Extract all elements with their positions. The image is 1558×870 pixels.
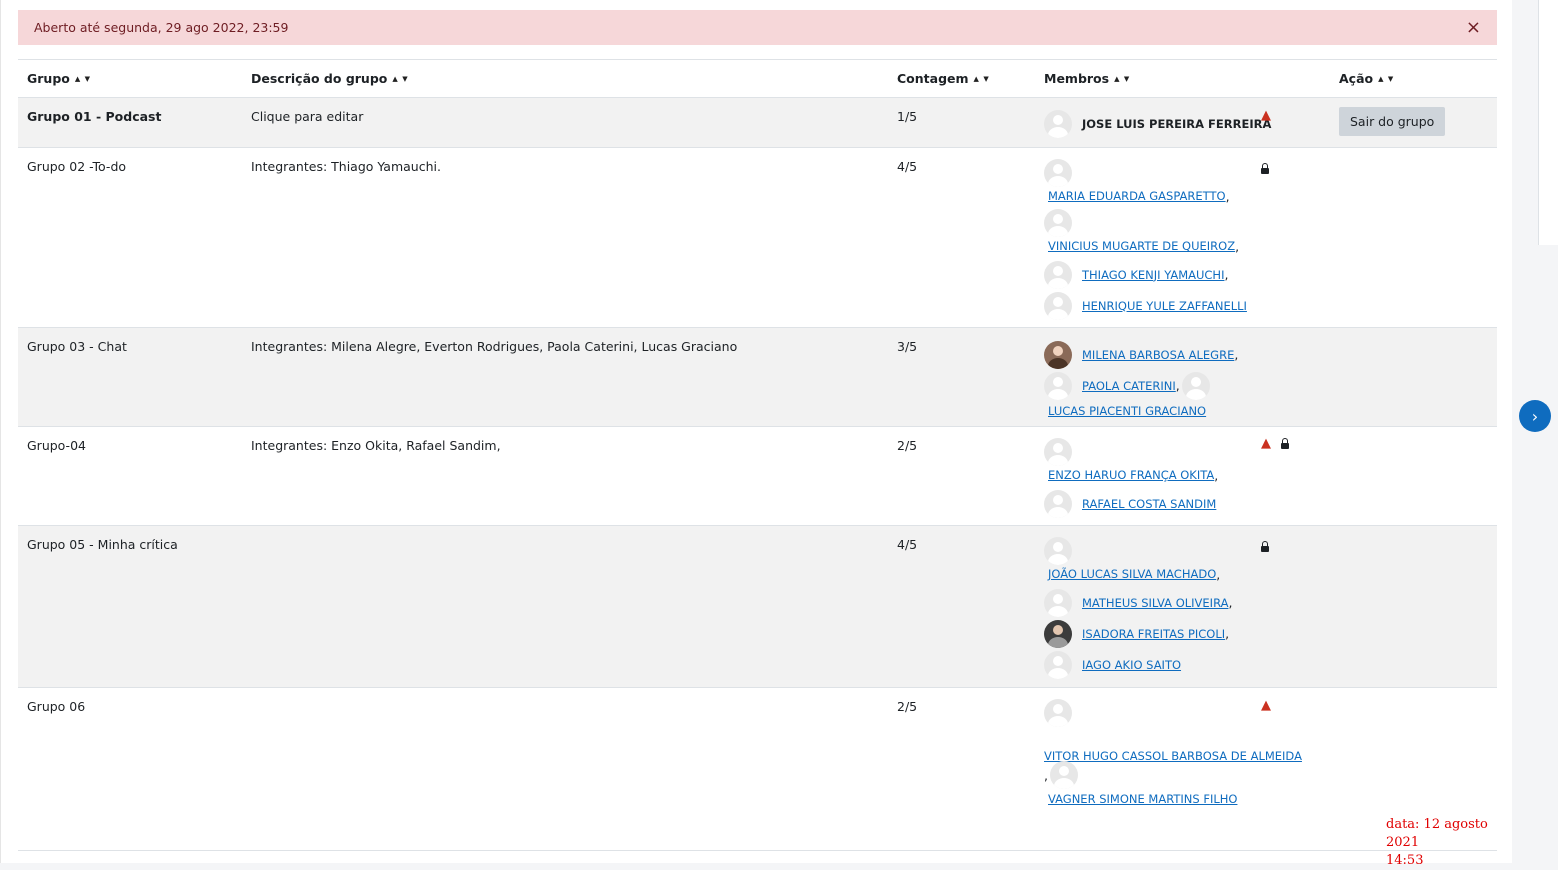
group-name: Grupo-04: [27, 438, 86, 453]
member-link[interactable]: JOÃO LUCAS SILVA MACHADO: [1048, 567, 1216, 581]
avatar: [1044, 619, 1072, 648]
avatar: [1044, 291, 1072, 320]
status-icons: ▲: [1261, 436, 1289, 451]
avatar: [1044, 209, 1072, 237]
header-membros[interactable]: Membros ▲ ▼: [1044, 71, 1130, 86]
warning-icon: ▲: [1261, 436, 1271, 451]
avatar: [1044, 371, 1072, 400]
member-link[interactable]: LUCAS PIACENTI GRACIANO: [1048, 404, 1206, 418]
sort-icon[interactable]: ▲ ▼: [974, 75, 990, 83]
avatar: [1044, 260, 1072, 289]
member-link[interactable]: VAGNER SIMONE MARTINS FILHO: [1048, 792, 1237, 806]
members-cell: MILENA BARBOSA ALEGRE, PAOLA CATERINI, L…: [1044, 339, 1304, 421]
header-contagem[interactable]: Contagem ▲ ▼: [897, 71, 990, 86]
table-row: Grupo 01 - Podcast Clique para editar 1/…: [18, 98, 1497, 148]
member-name: JOSE LUIS PEREIRA FERREIRA: [1082, 116, 1272, 131]
avatar: [1181, 371, 1210, 400]
avatar: [1044, 159, 1072, 187]
member-link[interactable]: THIAGO KENJI YAMAUCHI: [1082, 268, 1224, 282]
close-icon[interactable]: ×: [1466, 18, 1481, 37]
sort-icon[interactable]: ▲ ▼: [75, 75, 91, 83]
avatar: [1049, 761, 1078, 789]
table-row: Grupo 06 2/5 VITOR HUGO CASSOL BARBOSA D…: [18, 688, 1497, 852]
member-link[interactable]: ISADORA FREITAS PICOLI: [1082, 627, 1225, 641]
divider: [18, 850, 1497, 851]
group-count: 3/5: [897, 339, 918, 354]
date-stamp: data: 12 agosto 2021 14:53: [1386, 817, 1488, 868]
member-link[interactable]: HENRIQUE YULE ZAFFANELLI: [1082, 299, 1247, 313]
group-count: 2/5: [897, 699, 918, 714]
group-count: 4/5: [897, 159, 918, 174]
member-link[interactable]: MARIA EDUARDA GASPARETTO: [1048, 189, 1226, 203]
member-link[interactable]: VITOR HUGO CASSOL BARBOSA DE ALMEIDA: [1044, 749, 1302, 763]
member-link[interactable]: IAGO AKIO SAITO: [1082, 658, 1181, 672]
member-link[interactable]: MILENA BARBOSA ALEGRE: [1082, 348, 1234, 362]
avatar: [1044, 438, 1072, 466]
header-descricao[interactable]: Descrição do grupo ▲ ▼: [251, 71, 409, 86]
status-icons: [1261, 160, 1269, 175]
header-grupo[interactable]: Grupo ▲ ▼: [27, 71, 91, 86]
right-drawer-panel: [1538, 0, 1558, 245]
lock-icon: [1261, 163, 1269, 174]
avatar: [1044, 588, 1072, 617]
group-count: 1/5: [897, 109, 918, 124]
warning-icon: ▲: [1261, 108, 1271, 123]
table-row: Grupo 03 - Chat Integrantes: Milena Aleg…: [18, 328, 1497, 427]
group-name: Grupo 06: [27, 699, 86, 714]
table-row: Grupo-04 Integrantes: Enzo Okita, Rafael…: [18, 427, 1497, 526]
lock-icon: [1281, 437, 1289, 449]
main-content: Aberto até segunda, 29 ago 2022, 23:59 ×…: [0, 0, 1512, 868]
group-count: 4/5: [897, 537, 918, 552]
status-icons: ▲: [1261, 697, 1271, 713]
table-row: Grupo 02 -To-do Integrantes: Thiago Yama…: [18, 148, 1497, 328]
table-header: Grupo ▲ ▼ Descrição do grupo ▲ ▼ Contage…: [18, 59, 1497, 98]
group-description: Integrantes: Enzo Okita, Rafael Sandim,: [251, 438, 501, 453]
group-description: Integrantes: Thiago Yamauchi.: [251, 159, 441, 174]
sort-icon[interactable]: ▲ ▼: [392, 75, 408, 83]
action-cell: Sair do grupo: [1339, 107, 1446, 136]
members-cell: MARIA EDUARDA GASPARETTO, VINICIUS MUGAR…: [1044, 159, 1304, 321]
group-name: Grupo 03 - Chat: [27, 339, 127, 354]
status-icons: ▲: [1261, 107, 1271, 123]
group-count: 2/5: [897, 438, 918, 453]
chevron-right-icon[interactable]: ›: [1519, 400, 1551, 432]
group-name: Grupo 02 -To-do: [27, 159, 127, 174]
alert-text: Aberto até segunda, 29 ago 2022, 23:59: [34, 20, 289, 35]
group-name: Grupo 01 - Podcast: [27, 109, 162, 124]
table-row: Grupo 05 - Minha crítica 4/5 JOÃO LUCAS …: [18, 526, 1497, 688]
group-description: Integrantes: Milena Alegre, Everton Rodr…: [251, 339, 738, 354]
warning-icon: ▲: [1261, 698, 1271, 713]
status-icons: [1261, 538, 1269, 553]
group-description[interactable]: Clique para editar: [251, 109, 363, 124]
sort-icon[interactable]: ▲ ▼: [1114, 75, 1130, 83]
member-link[interactable]: ENZO HARUO FRANÇA OKITA: [1048, 468, 1214, 482]
deadline-alert: Aberto até segunda, 29 ago 2022, 23:59 ×: [18, 10, 1497, 45]
leave-group-button[interactable]: Sair do grupo: [1339, 107, 1446, 136]
member-link[interactable]: VINICIUS MUGARTE DE QUEIROZ: [1048, 239, 1235, 253]
lock-icon: [1261, 541, 1269, 552]
avatar: [1044, 537, 1072, 565]
avatar: [1044, 650, 1072, 679]
member-link[interactable]: MATHEUS SILVA OLIVEIRA: [1082, 596, 1228, 610]
avatar: [1044, 109, 1072, 138]
groups-table: Grupo ▲ ▼ Descrição do grupo ▲ ▼ Contage…: [18, 59, 1497, 852]
member-link[interactable]: RAFAEL COSTA SANDIM: [1082, 497, 1216, 511]
avatar: [1044, 699, 1072, 727]
avatar: [1044, 340, 1072, 369]
member-link[interactable]: PAOLA CATERINI: [1082, 379, 1176, 393]
members-cell: JOÃO LUCAS SILVA MACHADO, MATHEUS SILVA …: [1044, 537, 1304, 680]
header-acao[interactable]: Ação ▲ ▼: [1339, 71, 1394, 86]
avatar: [1044, 489, 1072, 518]
group-name: Grupo 05 - Minha crítica: [27, 537, 178, 552]
sort-icon[interactable]: ▲ ▼: [1378, 75, 1394, 83]
members-cell: VITOR HUGO CASSOL BARBOSA DE ALMEIDA , V…: [1044, 699, 1334, 811]
